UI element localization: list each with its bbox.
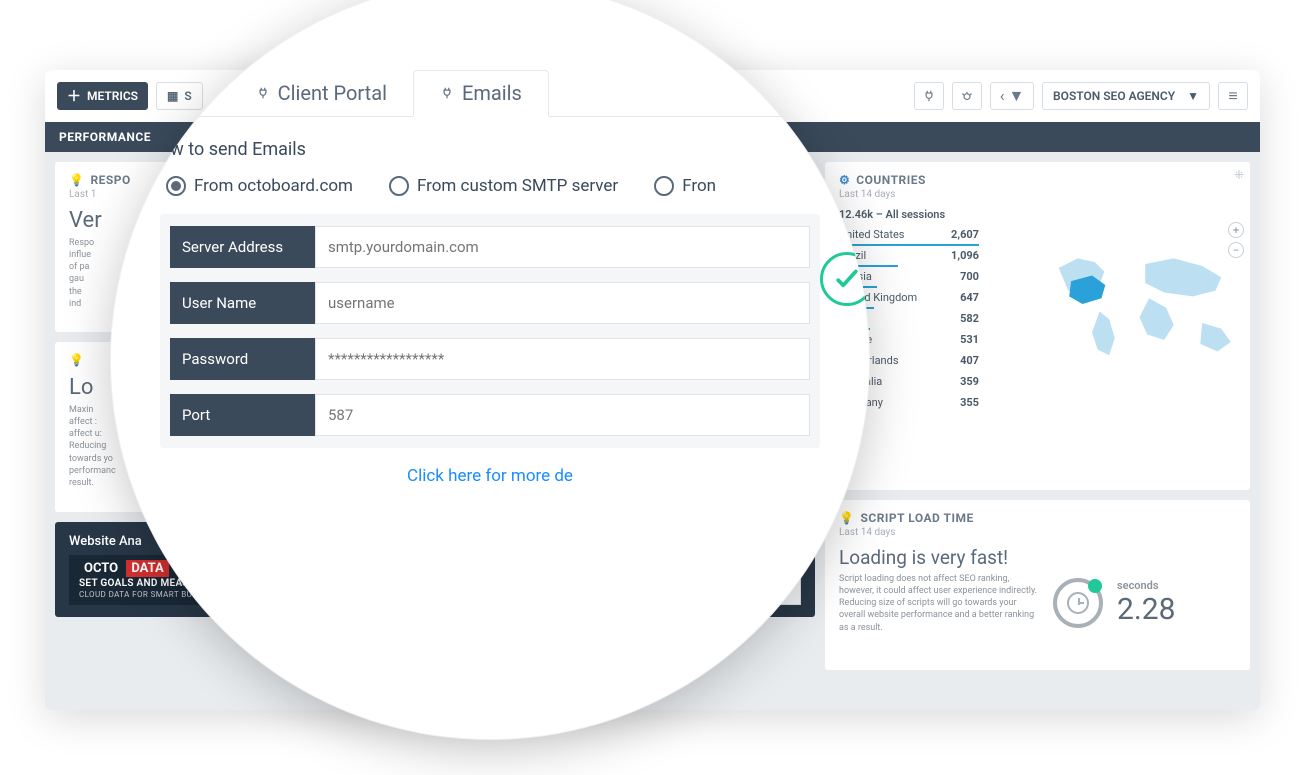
zoom-in-icon[interactable]: + [1228,222,1244,238]
card-big-title: Loading is very fast! [839,546,1236,569]
more-details-link[interactable]: Click here for more de [160,466,820,486]
label-user-name: User Name [170,282,315,324]
radio-octoboard[interactable]: From octoboard.com [166,176,353,196]
octo-word: OCTO [79,560,123,577]
input-user-name[interactable] [315,282,810,324]
radio-from-other[interactable]: Fron [654,176,716,196]
tab-client-portal[interactable]: Client Portal [230,70,413,116]
input-server-address[interactable] [315,226,810,268]
smtp-form: Server Address User Name Password Port [160,214,820,448]
tab-emails[interactable]: Emails [413,70,549,117]
label-server-address: Server Address [170,226,315,268]
input-password[interactable] [315,338,810,380]
grid-button[interactable]: ▦ S [156,82,203,110]
bulb-icon: 💡 [839,511,854,525]
plug-icon [440,86,454,100]
script-load-card: 💡SCRIPT LOAD TIME Last 14 days Loading i… [825,500,1250,670]
bulb-icon: 💡 [69,353,84,367]
label-password: Password [170,338,315,380]
email-source-radios: From octoboard.com From custom SMTP serv… [160,176,820,196]
card-subtitle: Last 14 days [839,527,1236,538]
section-title: ow to send Emails [160,139,820,160]
metrics-button[interactable]: ＋METRICS [57,82,148,110]
clock-gauge-icon [1053,578,1103,628]
bug-toolbar-icon[interactable] [952,82,982,110]
metric-value: 2.28 [1117,592,1176,627]
metric-label: seconds [1117,579,1176,592]
share-toolbar-icon[interactable]: ‹ ▼ [990,82,1034,110]
sessions-summary: 12.46k – All sessions [839,208,979,221]
drag-icon[interactable]: ⁜ [1234,168,1244,182]
settings-tabs: nt Client Portal Emails [160,70,820,117]
agency-dropdown[interactable]: BOSTON SEO AGENCY ▼ [1042,82,1210,110]
menu-icon[interactable]: ≡ [1218,82,1248,110]
radio-custom-smtp[interactable]: From custom SMTP server [389,176,618,196]
data-word: DATA [126,560,168,577]
card-subtitle: Last 14 days [839,189,1236,200]
world-map [1054,238,1244,368]
countries-card: ⁜ ⚙COUNTRIES Last 14 days + − 12.46k – A… [825,162,1250,490]
bulb-icon: 💡 [69,173,84,187]
success-check-icon [820,252,870,306]
input-port[interactable] [315,394,810,436]
gear-icon[interactable]: ⚙ [839,173,850,187]
card-desc: Script loading does not affect SEO ranki… [839,573,1039,634]
label-port: Port [170,394,315,436]
country-row[interactable]: United States2,607 [839,225,979,243]
plug-toolbar-icon[interactable] [914,82,944,110]
magnifier-overlay: nt Client Portal Emails ow to send Email… [110,0,870,740]
plug-icon [256,86,270,100]
